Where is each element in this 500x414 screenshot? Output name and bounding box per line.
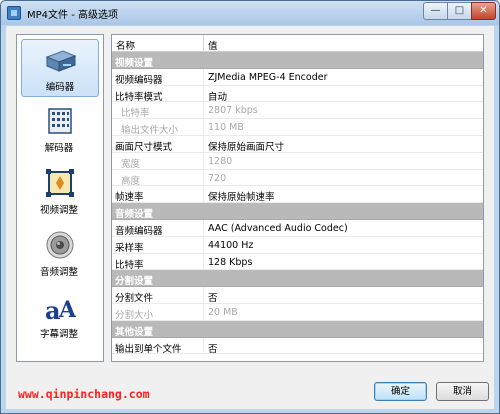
sidebar-item-label: 字幕调整 <box>39 329 78 340</box>
property-name: 音频编码器 <box>115 225 163 237</box>
property-name: 比特率 <box>115 259 144 271</box>
watermark-text: www.qinpinchang.com <box>18 387 150 401</box>
property-row[interactable]: 输出到单个文件 否 <box>112 337 483 355</box>
property-row[interactable]: 画面尺寸模式 保持原始画面尺寸 <box>112 135 483 153</box>
sidebar-item-label: 视频调整 <box>39 205 78 216</box>
column-divider <box>203 219 204 236</box>
property-value[interactable]: 44100 Hz <box>208 240 253 251</box>
cancel-button[interactable]: 取消 <box>436 382 489 401</box>
column-divider <box>203 119 204 135</box>
property-row[interactable]: 输出文件大小 110 MB <box>112 119 483 136</box>
sidebar-item-label: 编码器 <box>45 82 75 93</box>
property-value: 20 MB <box>208 306 238 318</box>
property-row[interactable]: 帧速率 保持原始帧速率 <box>112 186 483 203</box>
property-row[interactable]: 比特率 2807 kbps <box>112 102 483 119</box>
property-name: 分割文件 <box>115 293 154 305</box>
properties-grid: 名称 值 视频设置视频编码器 ZJMedia MPEG-4 Encoder 比特率模… <box>111 34 484 362</box>
dialog-window: MP4文件 - 高级选项 — □ ✕ 编码器 解码器 视频调整 音频调整 a A… <box>0 0 500 414</box>
property-row[interactable]: 比特率 128 Kbps <box>112 253 483 271</box>
property-name: 分割大小 <box>115 309 154 321</box>
property-name: 输出到单个文件 <box>115 343 182 355</box>
minimize-button[interactable]: — <box>423 2 448 20</box>
property-name: 比特率模式 <box>115 91 163 103</box>
category-sidebar: 编码器 解码器 视频调整 音频调整 a A 字幕调整 <box>16 34 104 362</box>
property-value[interactable]: 否 <box>208 341 218 355</box>
column-divider <box>203 102 204 119</box>
property-row[interactable]: 音频编码器 AAC (Advanced Audio Codec) <box>112 219 483 237</box>
column-divider <box>203 152 204 169</box>
sidebar-item-label: 音频调整 <box>39 267 78 278</box>
column-header-name[interactable]: 名称 <box>116 38 135 52</box>
title-bar[interactable]: MP4文件 - 高级选项 — □ ✕ <box>1 1 499 25</box>
speaker-icon <box>46 231 74 259</box>
property-row[interactable]: 视频编码器 ZJMedia MPEG-4 Encoder <box>112 68 483 86</box>
property-value: 1280 <box>208 155 233 167</box>
group-title: 分割设置 <box>115 276 154 288</box>
column-divider <box>203 287 204 303</box>
sidebar-item-video-adjust[interactable]: 视频调整 <box>21 163 99 221</box>
dialog-client-area: 编码器 解码器 视频调整 音频调整 a A 字幕调整 名称 值 视频设置 视频编… <box>6 26 494 409</box>
property-value[interactable]: 自动 <box>208 89 227 103</box>
group-title: 其他设置 <box>115 326 154 338</box>
property-row[interactable]: 比特率模式 自动 <box>112 85 483 103</box>
column-divider <box>203 169 204 186</box>
property-name: 高度 <box>121 175 141 187</box>
column-divider[interactable] <box>203 35 204 52</box>
property-value[interactable]: 否 <box>208 290 218 304</box>
column-divider <box>203 135 204 152</box>
window-title: MP4文件 - 高级选项 <box>27 10 118 21</box>
property-value: 2807 kbps <box>208 105 258 117</box>
sidebar-item-encoder[interactable]: 编码器 <box>21 39 99 97</box>
property-value: 720 <box>208 172 227 184</box>
property-name: 帧速率 <box>115 192 144 204</box>
property-name: 采样率 <box>115 242 144 254</box>
video-adjust-icon <box>46 169 74 197</box>
column-divider <box>203 253 204 270</box>
property-value[interactable]: ZJMedia MPEG-4 Encoder <box>208 72 327 83</box>
grid-rows: 视频设置 视频编码器 ZJMedia MPEG-4 Encoder 比特率模式 自动 比特… <box>112 52 483 355</box>
property-row[interactable]: 分割大小 20 MB <box>112 303 483 321</box>
subtitle-font-icon: a A <box>45 296 76 322</box>
column-divider <box>203 303 204 320</box>
column-divider <box>203 236 204 253</box>
sidebar-item-label: 解码器 <box>44 143 74 154</box>
group-title: 音频设置 <box>115 209 154 221</box>
column-divider <box>203 186 204 203</box>
property-value[interactable]: 128 Kbps <box>208 257 252 268</box>
group-title: 视频设置 <box>115 58 154 69</box>
column-header-value[interactable]: 值 <box>208 38 218 52</box>
property-row[interactable]: 分割文件 否 <box>112 287 483 304</box>
sidebar-item-audio-adjust[interactable]: 音频调整 <box>21 225 99 283</box>
grid-header: 名称 值 <box>112 35 483 52</box>
group-header-row: 其他设置 <box>112 320 483 338</box>
sidebar-item-subtitle-adjust[interactable]: a A 字幕调整 <box>21 287 99 345</box>
property-row[interactable]: 宽度 1280 <box>112 152 483 170</box>
column-divider <box>203 68 204 85</box>
property-name: 宽度 <box>121 158 141 170</box>
encoder-box-icon <box>45 50 77 72</box>
property-row[interactable]: 采样率 44100 Hz <box>112 236 483 254</box>
property-value[interactable]: 保持原始帧速率 <box>208 189 275 203</box>
property-row[interactable]: 高度 720 <box>112 169 483 187</box>
sidebar-item-decoder[interactable]: 解码器 <box>21 101 99 159</box>
column-divider <box>203 337 204 354</box>
property-name: 输出文件大小 <box>121 125 179 137</box>
column-divider <box>203 85 204 102</box>
property-value[interactable]: 保持原始画面尺寸 <box>208 139 284 153</box>
svg-text:A: A <box>58 297 76 322</box>
property-name: 视频编码器 <box>115 74 163 86</box>
property-value[interactable]: AAC (Advanced Audio Codec) <box>208 223 348 234</box>
maximize-button[interactable]: □ <box>447 2 472 20</box>
decoder-chip-icon <box>48 108 72 134</box>
group-header-row: 分割设置 <box>112 270 483 287</box>
close-button[interactable]: ✕ <box>471 2 496 20</box>
app-icon <box>7 6 21 20</box>
group-header-row: 视频设置 <box>112 52 483 69</box>
group-header-row: 音频设置 <box>112 203 483 220</box>
property-name: 画面尺寸模式 <box>115 141 173 153</box>
property-name: 比特率 <box>121 108 150 120</box>
property-value: 110 MB <box>208 122 244 134</box>
ok-button[interactable]: 确定 <box>374 382 427 401</box>
